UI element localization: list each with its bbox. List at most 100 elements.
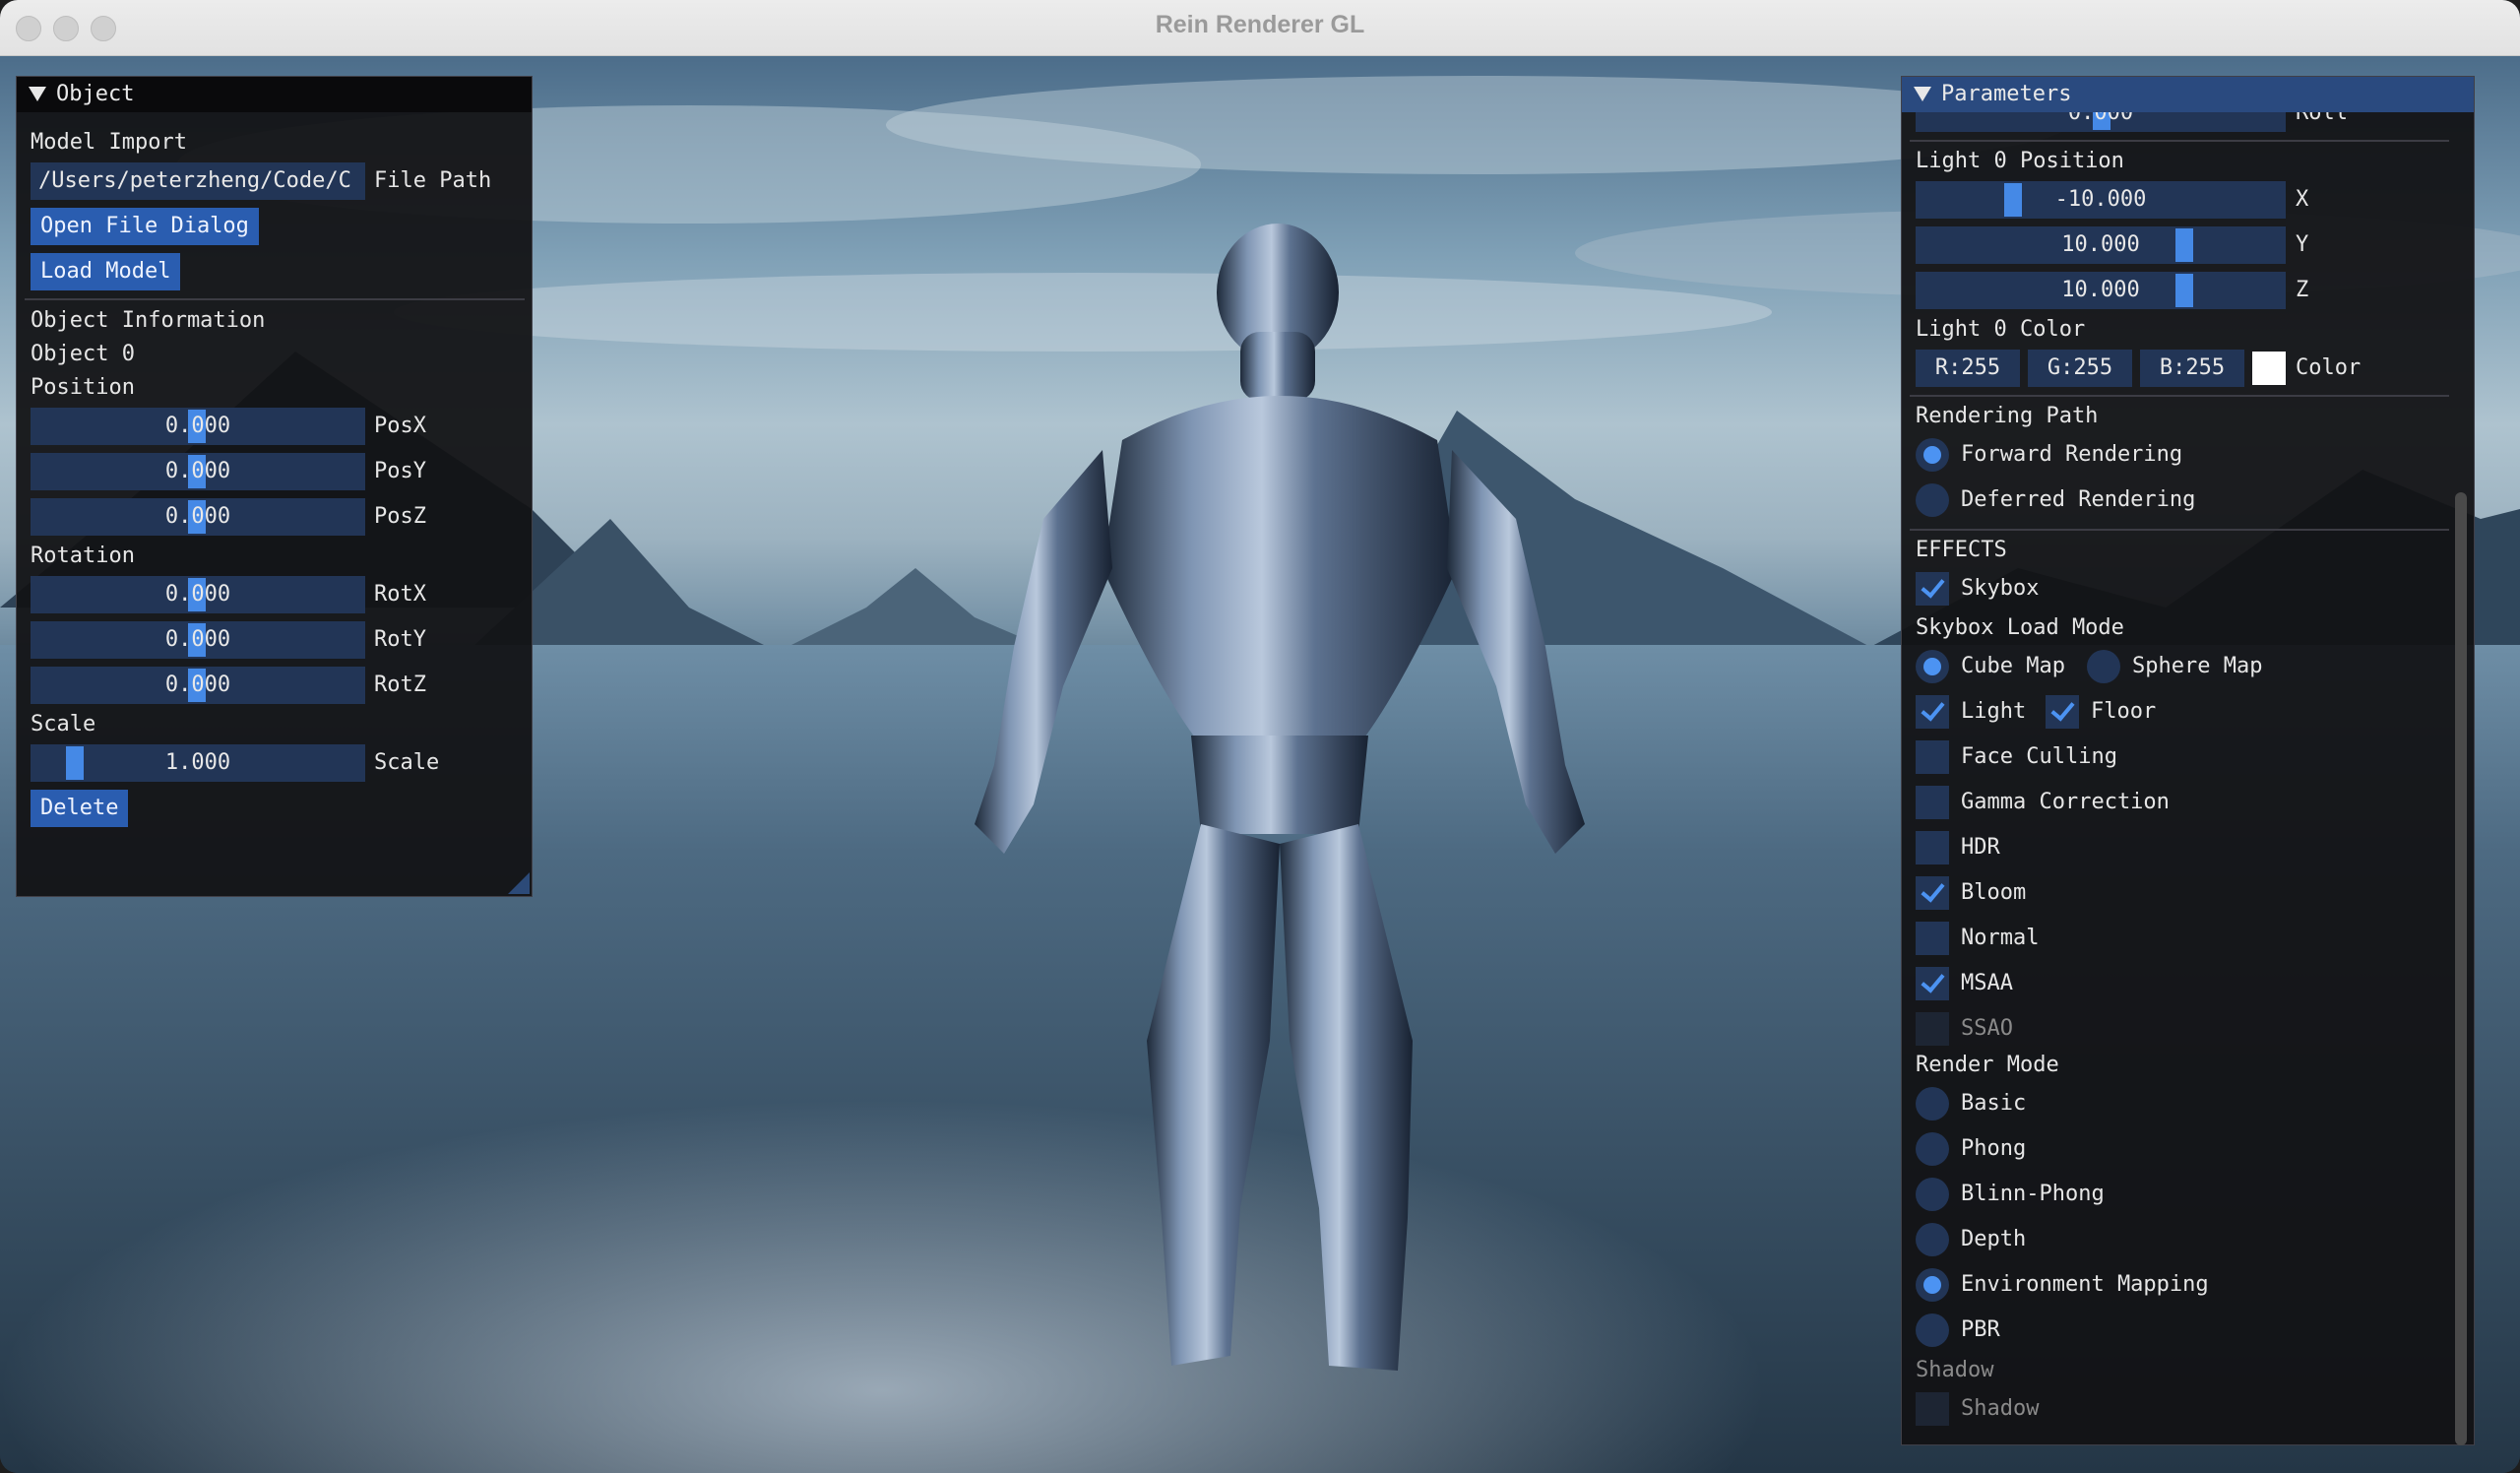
object-information-label: Object Information bbox=[31, 308, 266, 333]
face-culling-checkbox[interactable] bbox=[1916, 740, 1949, 774]
collapse-triangle-icon[interactable] bbox=[1914, 87, 1931, 101]
blinn-phong-radio[interactable] bbox=[1916, 1178, 1949, 1211]
ssao-label: SSAO bbox=[1961, 1016, 2013, 1041]
rot-z-label: RotZ bbox=[374, 672, 426, 697]
slider-value: 0.000 bbox=[164, 672, 231, 697]
slider-value: 0.000 bbox=[164, 504, 231, 529]
phong-radio[interactable] bbox=[1916, 1132, 1949, 1166]
slider-value: 10.000 bbox=[2061, 232, 2140, 257]
rotation-label: Rotation bbox=[31, 544, 135, 568]
pos-z-slider[interactable]: 0.000 bbox=[31, 498, 365, 536]
skybox-label: Skybox bbox=[1961, 576, 2040, 601]
pos-x-slider[interactable]: 0.000 bbox=[31, 408, 365, 445]
color-swatch[interactable] bbox=[2252, 352, 2286, 385]
ssao-checkbox[interactable] bbox=[1916, 1012, 1949, 1046]
divider bbox=[1910, 395, 2449, 397]
light-y-label: Y bbox=[2296, 232, 2309, 257]
hdr-checkbox[interactable] bbox=[1916, 831, 1949, 865]
model-import-label: Model Import bbox=[31, 130, 187, 155]
slider-value: 0.000 bbox=[164, 627, 231, 652]
bloom-checkbox[interactable] bbox=[1916, 876, 1949, 910]
pos-x-label: PosX bbox=[374, 414, 426, 438]
sphere-map-radio[interactable] bbox=[2087, 650, 2120, 683]
light-y-slider[interactable]: 10.000 bbox=[1916, 226, 2286, 264]
color-b-field[interactable]: B:255 bbox=[2140, 350, 2244, 387]
shadow-section-label: Shadow bbox=[1916, 1358, 1994, 1382]
slider-value: -10.000 bbox=[2054, 187, 2147, 212]
sphere-map-label: Sphere Map bbox=[2132, 654, 2263, 678]
position-label: Position bbox=[31, 375, 135, 400]
parameters-panel-header[interactable]: Parameters bbox=[1902, 77, 2474, 112]
collapse-triangle-icon[interactable] bbox=[29, 87, 46, 101]
scale-label: Scale bbox=[31, 712, 96, 736]
object-panel-title: Object bbox=[56, 82, 135, 106]
normal-checkbox[interactable] bbox=[1916, 922, 1949, 955]
rot-z-slider[interactable]: 0.000 bbox=[31, 667, 365, 704]
basic-radio[interactable] bbox=[1916, 1087, 1949, 1121]
rot-y-slider[interactable]: 0.000 bbox=[31, 621, 365, 659]
resize-grip-icon[interactable] bbox=[508, 872, 530, 894]
environment-mapping-radio[interactable] bbox=[1916, 1268, 1949, 1302]
forward-rendering-label: Forward Rendering bbox=[1961, 442, 2183, 467]
light0-color-label: Light 0 Color bbox=[1916, 317, 2086, 342]
divider bbox=[25, 298, 525, 300]
open-file-dialog-button[interactable]: Open File Dialog bbox=[31, 208, 259, 245]
cube-map-radio[interactable] bbox=[1916, 650, 1949, 683]
scale-field-label: Scale bbox=[374, 750, 440, 775]
deferred-rendering-radio[interactable] bbox=[1916, 483, 1949, 517]
light-z-label: Z bbox=[2296, 278, 2309, 302]
deferred-rendering-label: Deferred Rendering bbox=[1961, 487, 2196, 512]
gamma-correction-label: Gamma Correction bbox=[1961, 790, 2170, 814]
phong-label: Phong bbox=[1961, 1136, 2027, 1161]
forward-rendering-radio[interactable] bbox=[1916, 438, 1949, 472]
load-model-button[interactable]: Load Model bbox=[31, 253, 181, 290]
app-window: Rein Renderer GL Object Model Import /Us… bbox=[0, 0, 2520, 1473]
parameters-scrollbar[interactable] bbox=[2455, 492, 2467, 1445]
cube-map-label: Cube Map bbox=[1961, 654, 2065, 678]
color-label: Color bbox=[2296, 355, 2362, 380]
depth-label: Depth bbox=[1961, 1227, 2027, 1251]
pos-y-label: PosY bbox=[374, 459, 426, 483]
light-x-slider[interactable]: -10.000 bbox=[1916, 181, 2286, 219]
rot-x-label: RotX bbox=[374, 582, 426, 607]
gamma-correction-checkbox[interactable] bbox=[1916, 786, 1949, 819]
msaa-checkbox[interactable] bbox=[1916, 967, 1949, 1000]
floor-checkbox[interactable] bbox=[2046, 695, 2079, 729]
rot-x-slider[interactable]: 0.000 bbox=[31, 576, 365, 613]
floor-label: Floor bbox=[2091, 699, 2157, 724]
object-name-label: Object 0 bbox=[31, 342, 135, 366]
light-z-slider[interactable]: 10.000 bbox=[1916, 272, 2286, 309]
render-mode-label: Render Mode bbox=[1916, 1053, 2059, 1077]
environment-mapping-label: Environment Mapping bbox=[1961, 1272, 2209, 1297]
depth-radio[interactable] bbox=[1916, 1223, 1949, 1256]
shadow-checkbox[interactable] bbox=[1916, 1392, 1949, 1426]
light-label: Light bbox=[1961, 699, 2027, 724]
window-title: Rein Renderer GL bbox=[1155, 11, 1365, 38]
pos-y-slider[interactable]: 0.000 bbox=[31, 453, 365, 490]
skybox-checkbox[interactable] bbox=[1916, 572, 1949, 606]
scale-slider[interactable]: 1.000 bbox=[31, 744, 365, 782]
slider-value: 0.000 bbox=[164, 414, 231, 438]
skybox-load-mode-label: Skybox Load Mode bbox=[1916, 615, 2124, 640]
light-checkbox[interactable] bbox=[1916, 695, 1949, 729]
parameters-panel: Parameters 0.000 Roll Light 0 Position -… bbox=[1901, 76, 2475, 1445]
pos-z-label: PosZ bbox=[374, 504, 426, 529]
normal-label: Normal bbox=[1961, 926, 2040, 950]
object-panel-header[interactable]: Object bbox=[17, 77, 532, 112]
pbr-radio[interactable] bbox=[1916, 1313, 1949, 1347]
hdr-label: HDR bbox=[1961, 835, 2000, 860]
divider bbox=[1910, 140, 2449, 142]
face-culling-label: Face Culling bbox=[1961, 744, 2117, 769]
blinn-phong-label: Blinn-Phong bbox=[1961, 1182, 2105, 1206]
slider-value: 0.000 bbox=[164, 459, 231, 483]
color-r-field[interactable]: R:255 bbox=[1916, 350, 2020, 387]
rot-y-label: RotY bbox=[374, 627, 426, 652]
divider bbox=[1910, 529, 2449, 531]
color-g-field[interactable]: G:255 bbox=[2028, 350, 2132, 387]
file-path-input[interactable]: /Users/peterzheng/Code/C bbox=[31, 162, 365, 200]
file-path-label: File Path bbox=[374, 168, 492, 193]
delete-button[interactable]: Delete bbox=[31, 790, 129, 827]
shadow-label: Shadow bbox=[1961, 1396, 2040, 1421]
parameters-panel-title: Parameters bbox=[1941, 82, 2072, 106]
object-panel: Object Model Import /Users/peterzheng/Co… bbox=[16, 76, 533, 897]
